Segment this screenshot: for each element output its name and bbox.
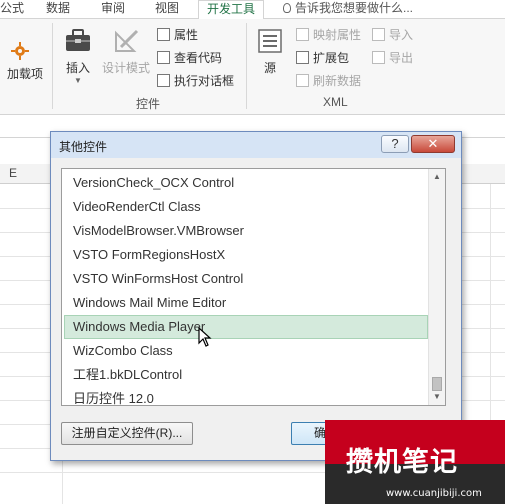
properties-label: 属性 [174, 28, 199, 42]
code-icon [157, 51, 170, 64]
ribbon: 加载项 插入 ▼ 设计模式 属性 查看代码 执行对话框 控件 源 映射属性 扩展… [0, 19, 505, 115]
source-label: 源 [263, 61, 276, 75]
ribbon-tab-bar: 公式 数据 审阅 视图 开发工具 告诉我您想要做什么... [0, 0, 505, 20]
watermark-url: www.cuanjibiji.com [386, 488, 482, 499]
run-dialog-button[interactable]: 执行对话框 [157, 72, 234, 90]
xml-source-icon [255, 27, 285, 55]
import-icon [372, 28, 385, 41]
tell-me-box[interactable]: 告诉我您想要做什么... [283, 0, 413, 19]
close-button[interactable]: ✕ [411, 135, 455, 153]
dialog-title: 其他控件 [59, 140, 108, 154]
gear-icon [4, 39, 46, 65]
view-code-label: 查看代码 [174, 51, 223, 65]
list-item[interactable]: VisModelBrowser.VMBrowser [64, 219, 428, 243]
addins-label: 加载项 [6, 67, 43, 81]
map-properties-label: 映射属性 [313, 28, 362, 42]
list-item-selected[interactable]: Windows Media Player [64, 315, 428, 339]
expansion-pack-label: 扩展包 [313, 51, 350, 65]
map-properties-button[interactable]: 映射属性 [296, 26, 361, 44]
properties-button[interactable]: 属性 [157, 26, 198, 44]
list-item[interactable]: Windows Mail Mime Editor [64, 291, 428, 315]
mouse-cursor-icon [198, 327, 212, 347]
tab-formulas[interactable]: 公式 [0, 0, 24, 19]
refresh-data-label: 刷新数据 [313, 74, 362, 88]
properties-icon [157, 28, 170, 41]
dialog-titlebar[interactable]: 其他控件 ? ✕ [51, 132, 461, 158]
run-dialog-label: 执行对话框 [174, 74, 235, 88]
more-controls-dialog: 其他控件 ? ✕ VersionCheck_OCX Control VideoR… [50, 131, 462, 461]
xml-group-label: XML [323, 95, 348, 109]
import-button[interactable]: 导入 [372, 26, 413, 44]
list-item[interactable]: VideoRenderCtl Class [64, 195, 428, 219]
scroll-up-arrow-icon[interactable]: ▲ [429, 169, 445, 185]
export-icon [372, 51, 385, 64]
source-button[interactable]: 源 [252, 27, 288, 76]
list-item[interactable]: VSTO WinFormsHost Control [64, 267, 428, 291]
refresh-icon [296, 74, 309, 87]
design-mode-label: 设计模式 [101, 61, 150, 75]
watermark-text: 攒机笔记 [346, 447, 458, 478]
list-item[interactable]: 日历控件 12.0 [64, 387, 428, 405]
export-button[interactable]: 导出 [372, 49, 413, 67]
listbox-scrollbar[interactable]: ▲ ▼ [428, 169, 445, 405]
column-header-e[interactable]: E [9, 166, 17, 180]
tell-me-text: 告诉我您想要做什么... [295, 1, 414, 15]
insert-label: 插入 [65, 61, 90, 75]
controls-listbox[interactable]: VersionCheck_OCX Control VideoRenderCtl … [61, 168, 446, 406]
map-properties-icon [296, 28, 309, 41]
list-item[interactable]: 工程1.bkDLControl [64, 363, 428, 387]
addins-button[interactable]: 加载项 [4, 39, 46, 82]
tab-data[interactable]: 数据 [46, 0, 70, 19]
insert-button[interactable]: 插入 ▼ [58, 27, 98, 85]
export-label: 导出 [389, 51, 414, 65]
toolbox-icon [63, 27, 93, 55]
view-code-button[interactable]: 查看代码 [157, 49, 222, 67]
insert-dropdown-icon[interactable]: ▼ [58, 76, 98, 85]
dialog-icon [157, 74, 170, 87]
tab-view[interactable]: 视图 [155, 0, 179, 19]
tab-review[interactable]: 审阅 [101, 0, 125, 19]
expansion-pack-button[interactable]: 扩展包 [296, 49, 349, 67]
refresh-data-button[interactable]: 刷新数据 [296, 72, 361, 90]
list-item[interactable]: VSTO FormRegionsHostX [64, 243, 428, 267]
expansion-pack-icon [296, 51, 309, 64]
design-mode-button[interactable]: 设计模式 [100, 27, 152, 76]
register-custom-control-button[interactable]: 注册自定义控件(R)... [61, 422, 193, 445]
group-divider [246, 23, 247, 109]
lightbulb-icon [283, 3, 291, 13]
tab-developer[interactable]: 开发工具 [198, 0, 265, 20]
controls-group-label: 控件 [136, 97, 161, 111]
help-button[interactable]: ? [381, 135, 409, 153]
ruler-pencil-icon [111, 27, 141, 55]
import-label: 导入 [389, 28, 414, 42]
list-item[interactable]: VersionCheck_OCX Control [64, 171, 428, 195]
group-divider [52, 23, 53, 109]
scroll-down-arrow-icon[interactable]: ▼ [429, 389, 445, 405]
list-item[interactable]: WizCombo Class [64, 339, 428, 363]
